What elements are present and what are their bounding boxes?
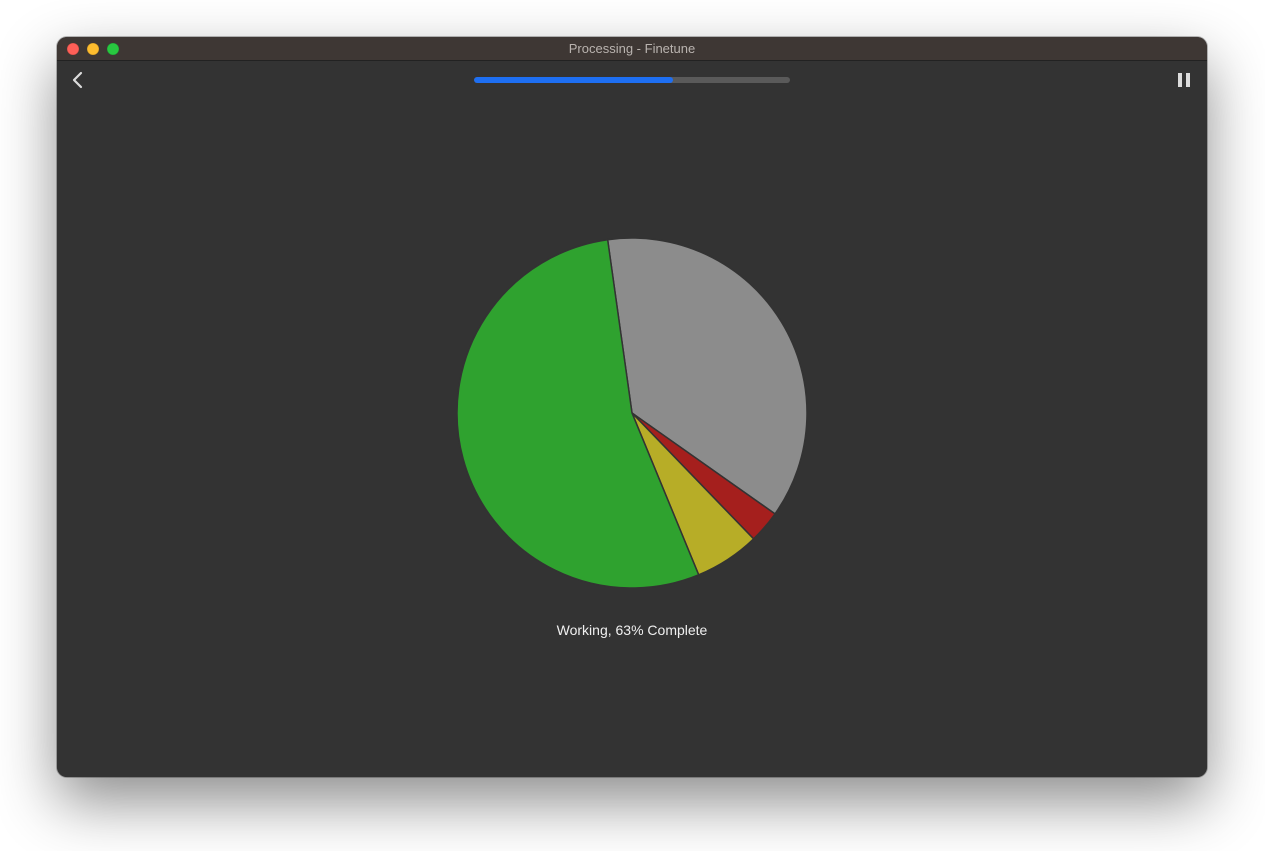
content-area: Working, 63% Complete — [57, 99, 1207, 777]
chevron-left-icon — [71, 71, 85, 89]
progress-bar-fill — [474, 77, 673, 83]
zoom-window-button[interactable] — [107, 43, 119, 55]
progress-bar — [474, 77, 790, 83]
window-controls — [67, 43, 119, 55]
back-button[interactable] — [63, 65, 93, 95]
status-text: Working, 63% Complete — [557, 622, 708, 638]
progress-pie-chart — [457, 238, 807, 588]
pause-icon — [1177, 72, 1191, 88]
app-window: Processing - Finetune Working — [57, 37, 1207, 777]
minimize-window-button[interactable] — [87, 43, 99, 55]
titlebar: Processing - Finetune — [57, 37, 1207, 61]
toolbar — [57, 61, 1207, 99]
close-window-button[interactable] — [67, 43, 79, 55]
window-title: Processing - Finetune — [57, 41, 1207, 56]
pause-button[interactable] — [1169, 65, 1199, 95]
